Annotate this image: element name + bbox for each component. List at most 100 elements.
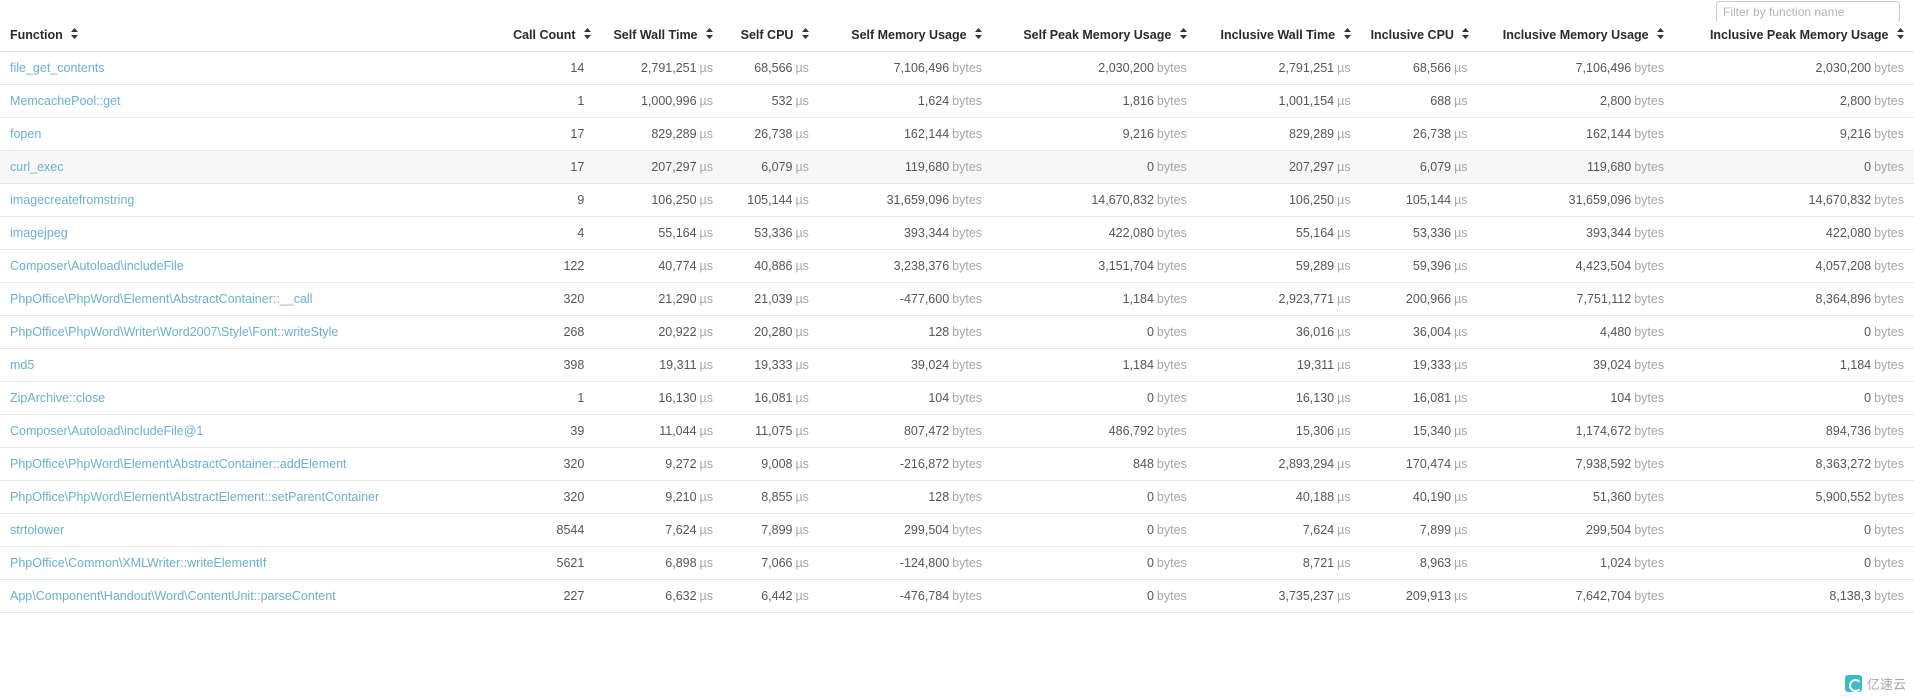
table-row[interactable]: imagecreatefromstring 9 106,250 µs 105,144 µs…	[0, 183, 1914, 217]
unit-label: bytes	[1634, 589, 1665, 603]
table-row[interactable]: strtolower 8544 7,624 µs 7,899 µs 299,504 bytes…	[0, 513, 1914, 547]
table-row[interactable]: Composer\Autoload\includeFile 122 40,774 µs…	[0, 249, 1914, 283]
cell-call-count: 398	[503, 348, 595, 382]
function-name-filter-input[interactable]	[1716, 1, 1900, 23]
cell-self-memory: 3,238,376 bytes	[818, 249, 993, 283]
table-row[interactable]: App\Component\Handout\Word\ContentUnit::…	[0, 579, 1914, 613]
cell-call-count: 227	[503, 579, 595, 613]
sort-updown-icon[interactable]	[71, 28, 79, 39]
function-link[interactable]: PhpOffice\Common\XMLWriter::writeElement…	[10, 556, 266, 570]
function-link[interactable]: strtolower	[10, 523, 64, 537]
table-row[interactable]: PhpOffice\PhpWord\Element\AbstractContai…	[0, 447, 1914, 481]
function-link[interactable]: Composer\Autoload\includeFile@1	[10, 424, 203, 438]
table-row[interactable]: fopen 17 829,289 µs 26,738 µs 162,144 bytes 9,21…	[0, 117, 1914, 151]
cell-self-cpu: 11,075 µs	[723, 414, 819, 448]
unit-label: bytes	[1634, 61, 1665, 75]
cell-self-memory: 39,024 bytes	[818, 348, 993, 382]
column-header-self-memory-usage[interactable]: Self Memory Usage	[818, 22, 993, 52]
value-incl-wall-time: 8,721	[1302, 556, 1335, 570]
column-header-call-count[interactable]: Call Count	[503, 22, 595, 52]
table-row[interactable]: curl_exec 17 207,297 µs 6,079 µs 119,680 bytes 0…	[0, 150, 1914, 184]
sort-updown-icon[interactable]	[584, 28, 592, 39]
value-incl-wall-time: 3,735,237	[1278, 589, 1335, 603]
unit-label: bytes	[1874, 259, 1904, 273]
unit-label: µs	[1454, 589, 1468, 603]
value-incl-peak-memory: 894,736	[1825, 424, 1872, 438]
function-link[interactable]: imagejpeg	[10, 226, 68, 240]
function-link[interactable]: fopen	[10, 127, 41, 141]
function-link[interactable]: file_get_contents	[10, 61, 105, 75]
sort-updown-icon[interactable]	[1462, 28, 1470, 39]
table-row[interactable]: MemcachePool::get 1 1,000,996 µs 532 µs 1,624 b…	[0, 84, 1914, 118]
table-row[interactable]: PhpOffice\PhpWord\Element\AbstractContai…	[0, 282, 1914, 316]
unit-label: µs	[1454, 292, 1468, 306]
value-self-wall-time: 207,297	[651, 160, 697, 174]
cell-function: fopen	[0, 117, 504, 151]
cell-self-wall-time: 21,290 µs	[594, 282, 723, 316]
column-header-inclusive-peak-memory-usage[interactable]: Inclusive Peak Memory Usage	[1674, 22, 1914, 52]
value-self-wall-time: 6,632	[665, 589, 697, 603]
function-link[interactable]: MemcachePool::get	[10, 94, 120, 108]
sort-updown-icon[interactable]	[1657, 28, 1665, 39]
value-call-count: 1	[577, 94, 585, 108]
table-row[interactable]: md5 398 19,311 µs 19,333 µs 39,024 bytes 1,184 by…	[0, 348, 1914, 382]
column-header-self-cpu[interactable]: Self CPU	[723, 22, 819, 52]
function-table-scroll-container[interactable]: Function Call Count Self Wall Time Self …	[0, 22, 1914, 699]
value-self-memory: 31,659,096	[886, 193, 950, 207]
value-incl-cpu: 170,474	[1405, 457, 1452, 471]
function-link[interactable]: App\Component\Handout\Word\ContentUnit::…	[10, 589, 336, 603]
cell-incl-wall-time: 55,164 µs	[1196, 216, 1361, 250]
cell-incl-cpu: 6,079 µs	[1360, 150, 1478, 184]
function-link[interactable]: PhpOffice\PhpWord\Element\AbstractContai…	[10, 457, 347, 471]
sort-updown-icon[interactable]	[801, 28, 809, 39]
value-incl-memory: 7,938,592	[1575, 457, 1632, 471]
unit-label: bytes	[1156, 193, 1187, 207]
column-header-inclusive-cpu[interactable]: Inclusive CPU	[1360, 22, 1478, 52]
table-row[interactable]: imagejpeg 4 55,164 µs 53,336 µs 393,344 bytes 42…	[0, 216, 1914, 250]
function-link[interactable]: curl_exec	[10, 160, 64, 174]
cell-call-count: 17	[503, 117, 595, 151]
unit-label: bytes	[952, 523, 983, 537]
cell-self-cpu: 7,899 µs	[723, 513, 819, 547]
unit-label: bytes	[1156, 391, 1187, 405]
unit-label: µs	[795, 292, 809, 306]
sort-updown-icon[interactable]	[1343, 28, 1351, 39]
table-row[interactable]: PhpOffice\PhpWord\Writer\Word2007\Style\…	[0, 315, 1914, 349]
column-header-self-peak-memory-usage[interactable]: Self Peak Memory Usage	[992, 22, 1197, 52]
column-header-self-wall-time[interactable]: Self Wall Time	[594, 22, 723, 52]
table-row[interactable]: file_get_contents 14 2,791,251 µs 68,566 µs 7,…	[0, 51, 1914, 85]
table-row[interactable]: PhpOffice\Common\XMLWriter::writeElement…	[0, 546, 1914, 580]
value-self-cpu: 105,144	[747, 193, 793, 207]
function-link[interactable]: imagecreatefromstring	[10, 193, 134, 207]
value-self-peak-memory: 0	[1146, 325, 1154, 339]
cell-self-cpu: 532 µs	[723, 84, 819, 118]
function-link[interactable]: PhpOffice\PhpWord\Element\AbstractElemen…	[10, 490, 379, 504]
sort-updown-icon[interactable]	[706, 28, 713, 39]
function-link[interactable]: Composer\Autoload\includeFile	[10, 259, 184, 273]
function-link[interactable]: ZipArchive::close	[10, 391, 105, 405]
column-header-inclusive-wall-time[interactable]: Inclusive Wall Time	[1196, 22, 1361, 52]
table-row[interactable]: PhpOffice\PhpWord\Element\AbstractElemen…	[0, 480, 1914, 514]
unit-label: µs	[1337, 457, 1351, 471]
table-row[interactable]: ZipArchive::close 1 16,130 µs 16,081 µs 104 byt…	[0, 381, 1914, 415]
unit-label: µs	[795, 490, 809, 504]
value-incl-wall-time: 207,297	[1288, 160, 1335, 174]
sort-updown-icon[interactable]	[1897, 28, 1904, 39]
column-header-function[interactable]: Function	[0, 22, 504, 52]
function-link[interactable]: md5	[10, 358, 34, 372]
sort-updown-icon[interactable]	[1179, 28, 1187, 39]
unit-label: bytes	[1874, 589, 1904, 603]
value-self-cpu: 7,066	[761, 556, 793, 570]
cell-call-count: 320	[503, 282, 595, 316]
function-link[interactable]: PhpOffice\PhpWord\Writer\Word2007\Style\…	[10, 325, 338, 339]
unit-label: bytes	[952, 292, 983, 306]
function-link[interactable]: PhpOffice\PhpWord\Element\AbstractContai…	[10, 292, 312, 306]
cell-self-memory: 807,472 bytes	[818, 414, 993, 448]
sort-updown-icon[interactable]	[975, 28, 983, 39]
unit-label: µs	[1337, 160, 1351, 174]
column-header-inclusive-memory-usage[interactable]: Inclusive Memory Usage	[1477, 22, 1675, 52]
cell-incl-wall-time: 2,791,251 µs	[1196, 51, 1361, 85]
table-row[interactable]: Composer\Autoload\includeFile@1 39 11,044 µ…	[0, 414, 1914, 448]
value-self-wall-time: 21,290	[658, 292, 697, 306]
cell-function: PhpOffice\PhpWord\Writer\Word2007\Style\…	[0, 315, 504, 349]
